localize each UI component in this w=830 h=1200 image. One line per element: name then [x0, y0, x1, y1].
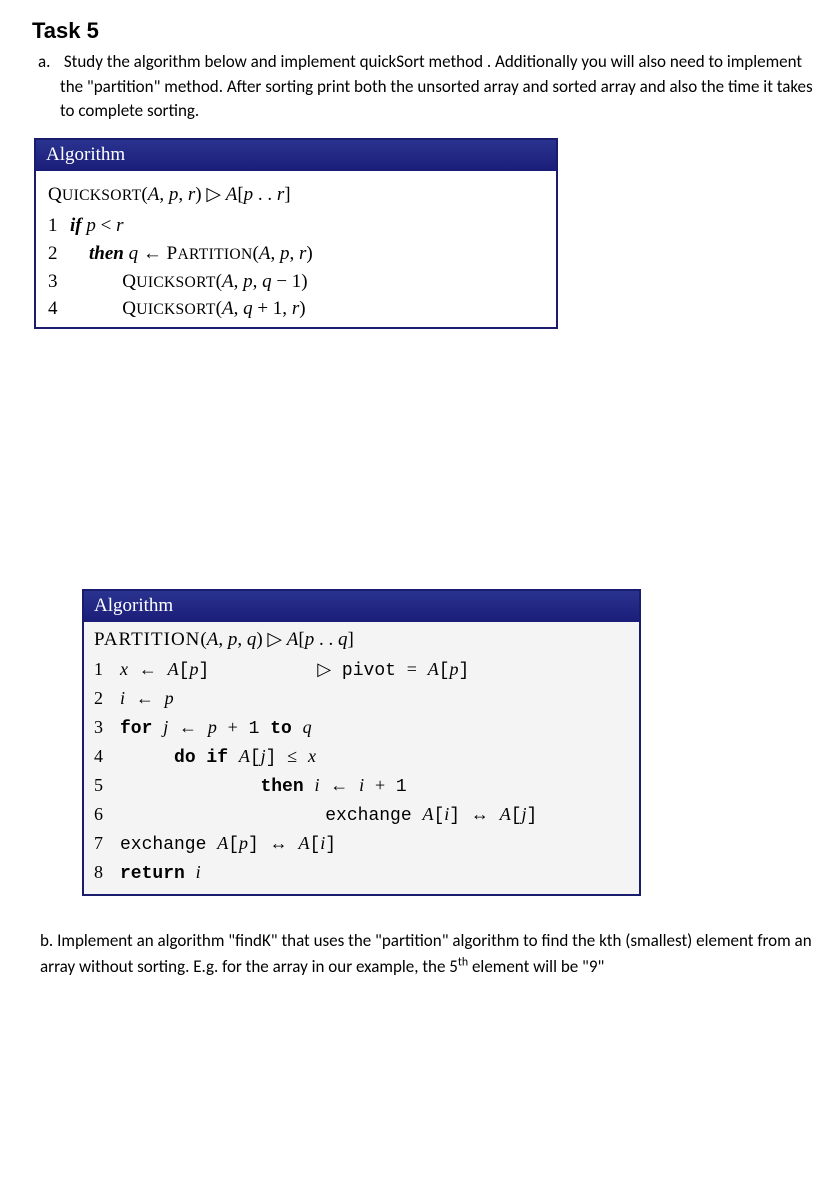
- part-b: b. Implement an algorithm "findK" that u…: [40, 928, 818, 979]
- code-line: 1 if p < r: [48, 212, 544, 240]
- part-a-text: Study the algorithm below and implement …: [60, 51, 813, 121]
- part-b-sup: th: [458, 955, 468, 969]
- code-line: 7 exchange A[p] ↔ A[i]: [94, 830, 629, 859]
- algorithm-header: Algorithm: [36, 140, 556, 171]
- code-line: 3 QUICKSORT(A, p, q − 1): [48, 268, 544, 296]
- task-title: Task 5: [32, 18, 818, 44]
- algorithm-box-quicksort: Algorithm QUICKSORT(A, p, r) ▷ A[p . . r…: [34, 138, 558, 329]
- algorithm-header: Algorithm: [84, 591, 639, 622]
- line-number: 6: [94, 801, 120, 828]
- part-b-marker: b.: [40, 930, 53, 951]
- code-line: 2 i ← p: [94, 685, 629, 714]
- line-number: 3: [94, 714, 120, 741]
- line-number: 7: [94, 830, 120, 857]
- part-b-text-pre: Implement an algorithm "findK" that uses…: [40, 930, 812, 977]
- quicksort-signature: QUICKSORT(A, p, r) ▷ A[p . . r]: [48, 181, 544, 209]
- part-a: a. Study the algorithm below and impleme…: [32, 50, 818, 124]
- partition-signature: PARTITION(A, p, q) ▷ A[p . . q]: [94, 626, 629, 655]
- line-number: 1: [94, 656, 120, 683]
- line-number: 4: [48, 295, 70, 323]
- line-number: 5: [94, 772, 120, 799]
- line-number: 4: [94, 743, 120, 770]
- code-line: 3 for j ← p + 1 to q: [94, 714, 629, 743]
- code-line: 4 QUICKSORT(A, q + 1, r): [48, 295, 544, 323]
- line-number: 3: [48, 268, 70, 296]
- part-a-marker: a.: [38, 50, 60, 75]
- algorithm-box-partition: Algorithm PARTITION(A, p, q) ▷ A[p . . q…: [82, 589, 641, 897]
- code-line: 1 x ← A[p] ▷ pivot = A[p]: [94, 656, 629, 685]
- code-line: 6 exchange A[i] ↔ A[j]: [94, 801, 629, 830]
- code-line: 8 return i: [94, 859, 629, 888]
- code-line: 2 then q ← PARTITION(A, p, r): [48, 240, 544, 268]
- part-b-text-post: element will be "9": [468, 956, 604, 977]
- code-line: 5 then i ← i + 1: [94, 772, 629, 801]
- line-number: 2: [48, 240, 70, 268]
- line-number: 1: [48, 212, 70, 240]
- line-number: 2: [94, 685, 120, 712]
- line-number: 8: [94, 859, 120, 886]
- code-line: 4 do if A[j] ≤ x: [94, 743, 629, 772]
